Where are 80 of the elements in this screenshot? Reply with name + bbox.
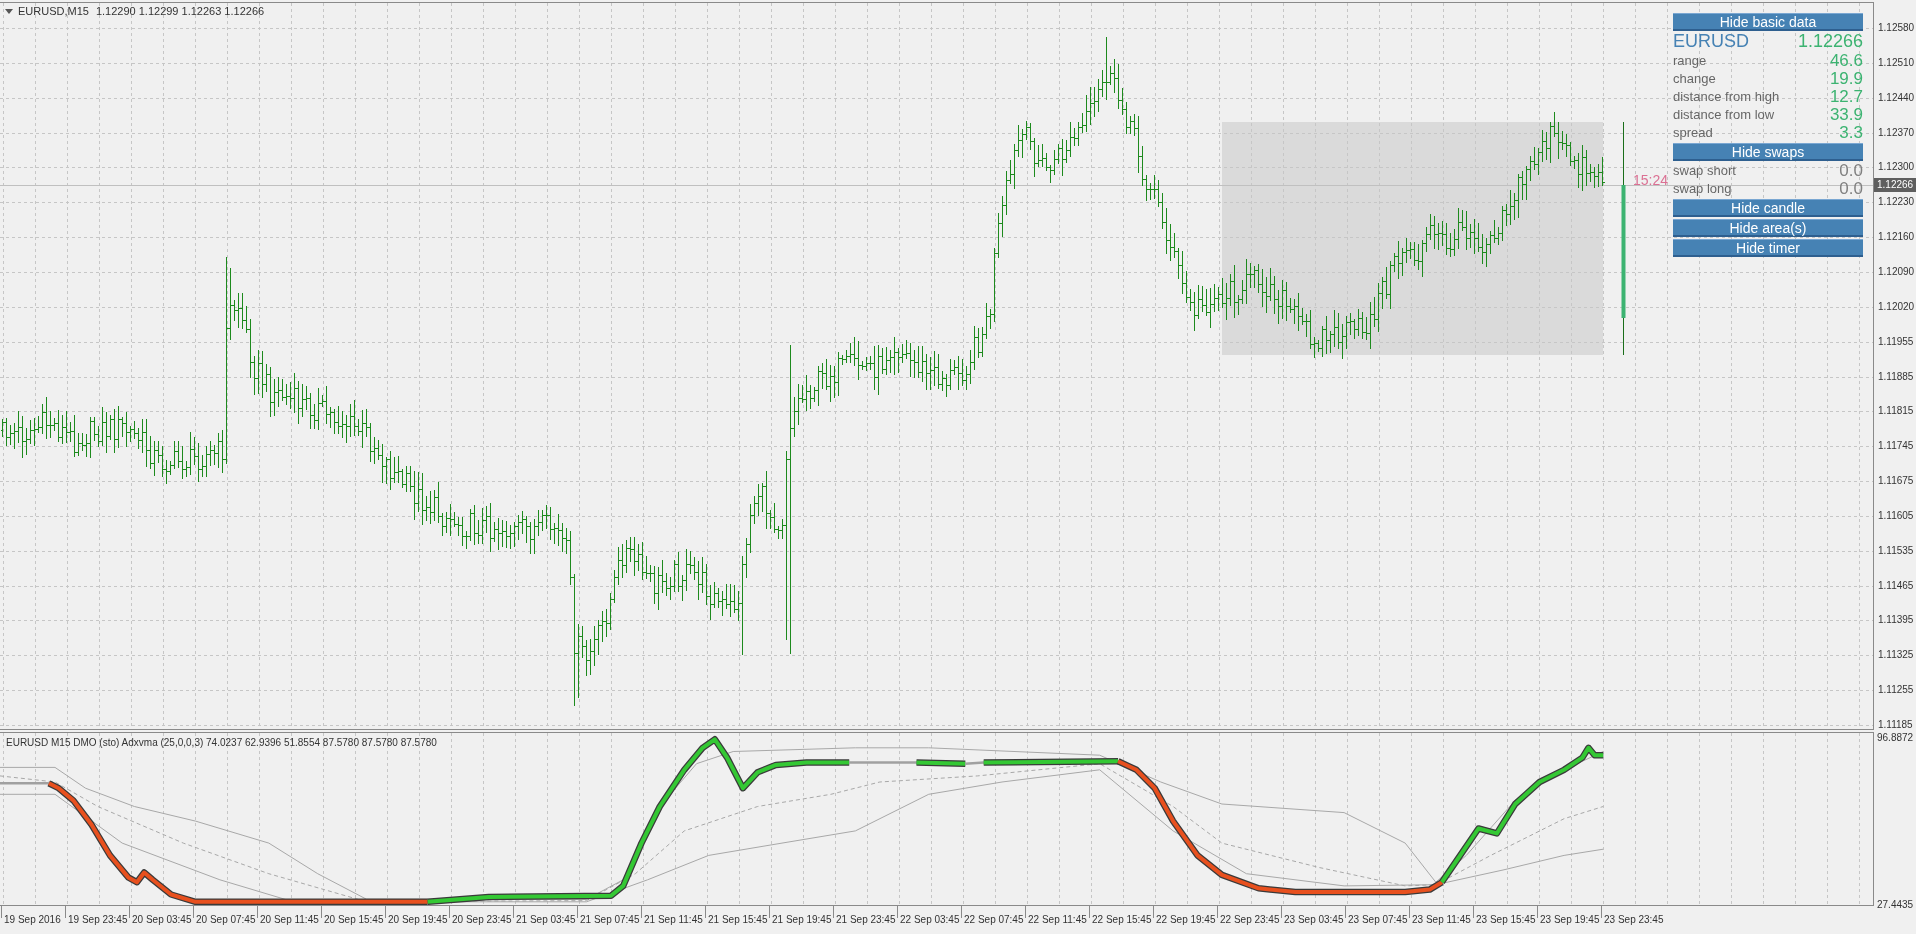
time-axis-label: 22 Sep 15:45 [1091, 914, 1152, 926]
price-axis-label: 1.11465 [1878, 579, 1914, 592]
time-axis-label: 21 Sep 07:45 [579, 914, 640, 926]
stat-value: 0.0 [1839, 161, 1863, 179]
price-axis-label: 1.11395 [1878, 614, 1914, 627]
price-axis-label: 1.12160 [1878, 231, 1915, 244]
stat-value: 33.9 [1829, 105, 1863, 123]
time-axis-label: 21 Sep 23:45 [835, 914, 896, 926]
time-axis-label: 20 Sep 07:45 [195, 914, 256, 926]
stat-value: 12.7 [1829, 87, 1863, 105]
price-axis-label: 1.11885 [1878, 370, 1914, 383]
panel-toggle-button[interactable]: Hide basic data [1673, 13, 1863, 31]
price-axis-label: 1.11325 [1878, 649, 1914, 662]
stat-label: swap short [1673, 163, 1736, 177]
symbol-name: EURUSD [1673, 32, 1749, 50]
price-axis-label: 1.11185 [1878, 719, 1913, 731]
time-axis-label: 23 Sep 15:45 [1475, 914, 1536, 926]
indicator-axis-label: 96.8872 [1877, 732, 1914, 744]
price-axis-label: 1.12300 [1878, 161, 1915, 174]
time-axis-label: 23 Sep 23:45 [1603, 914, 1664, 926]
time-axis-label: 22 Sep 07:45 [963, 914, 1024, 926]
oscillator-neutral-segment [965, 761, 984, 765]
oscillator-neutral-segment [0, 782, 49, 785]
panel-toggle-button[interactable]: Hide timer [1673, 239, 1863, 257]
price-axis-label: 1.12230 [1878, 196, 1915, 209]
time-axis-label: 19 Sep 23:45 [67, 914, 128, 926]
time-axis-label: 23 Sep 03:45 [1283, 914, 1344, 926]
time-axis-label: 20 Sep 03:45 [131, 914, 192, 926]
time-axis-label: 22 Sep 03:45 [899, 914, 960, 926]
time-axis-label: 22 Sep 19:45 [1155, 914, 1216, 926]
oscillator-rising-segment [916, 759, 966, 767]
price-axis-label: 1.11675 [1878, 475, 1914, 488]
time-axis-label: 22 Sep 23:45 [1219, 914, 1280, 926]
price-axis-label: 1.12580 [1878, 22, 1915, 34]
time-axis-label: 20 Sep 19:45 [387, 914, 448, 926]
price-axis-label: 1.11815 [1878, 405, 1914, 418]
current-price-tag: 1.12266 [1874, 178, 1916, 192]
time-axis-label: 23 Sep 19:45 [1539, 914, 1600, 926]
price-axis-label: 1.11955 [1878, 335, 1914, 348]
time-axis-label: 19 Sep 2016 [3, 914, 61, 926]
indicator-axis-label: 27.4435 [1877, 899, 1914, 911]
price-axis-label: 1.11255 [1878, 684, 1914, 697]
price-axis-label: 1.12020 [1878, 300, 1915, 313]
time-axis-label: 23 Sep 07:45 [1347, 914, 1408, 926]
time-axis-label: 21 Sep 03:45 [515, 914, 576, 926]
chart-symbol: EURUSD,M15 [18, 5, 89, 18]
panel-toggle-button[interactable]: Hide swaps [1673, 143, 1863, 161]
time-axis-label: 21 Sep 11:45 [643, 914, 703, 926]
panel-toggle-button[interactable]: Hide area(s) [1673, 219, 1863, 237]
stat-value: 19.9 [1829, 69, 1863, 87]
time-axis-label: 20 Sep 15:45 [323, 914, 384, 926]
time-axis-label: 20 Sep 23:45 [451, 914, 512, 926]
stat-label: range [1673, 53, 1707, 67]
countdown-timer: 15:24 [1633, 172, 1669, 188]
stat-value: 46.6 [1829, 51, 1863, 69]
price-axis-label: 1.11745 [1878, 440, 1914, 453]
stat-value: 3.3 [1839, 123, 1863, 141]
stat-label: spread [1673, 125, 1713, 139]
stat-label: distance from low [1673, 107, 1775, 121]
caret-down-icon[interactable] [5, 9, 13, 14]
price-axis-label: 1.12090 [1878, 265, 1915, 278]
indicator-title: EURUSD M15 DMO (sto) Adxvma (25,0,0,3) 74.0237 62.9396 51.8554 87.5780 87.5780 87.5780 [6, 736, 437, 749]
price-axis-label: 1.12370 [1878, 126, 1915, 139]
chart-ohlc: 1.12290 1.12299 1.12263 1.12266 [95, 5, 265, 18]
time-axis-label: 23 Sep 11:45 [1411, 914, 1471, 926]
oscillator-neutral-segment [849, 761, 917, 764]
price-axis-label: 1.12510 [1878, 56, 1915, 69]
stat-label: change [1673, 71, 1716, 85]
time-axis-label: 22 Sep 11:45 [1027, 914, 1087, 926]
symbol-price: 1.12266 [1797, 32, 1863, 50]
price-axis-label: 1.11605 [1878, 509, 1914, 522]
stat-label: distance from high [1673, 89, 1780, 103]
price-axis-label: 1.12440 [1878, 91, 1915, 104]
panel-toggle-button[interactable]: Hide candle [1673, 199, 1863, 217]
time-axis-label: 21 Sep 15:45 [707, 914, 768, 926]
stat-label: swap long [1673, 181, 1732, 195]
price-axis-label: 1.11535 [1878, 544, 1914, 557]
time-axis-label: 20 Sep 11:45 [259, 914, 319, 926]
time-axis-label: 21 Sep 19:45 [771, 914, 832, 926]
stat-value: 0.0 [1839, 179, 1863, 197]
